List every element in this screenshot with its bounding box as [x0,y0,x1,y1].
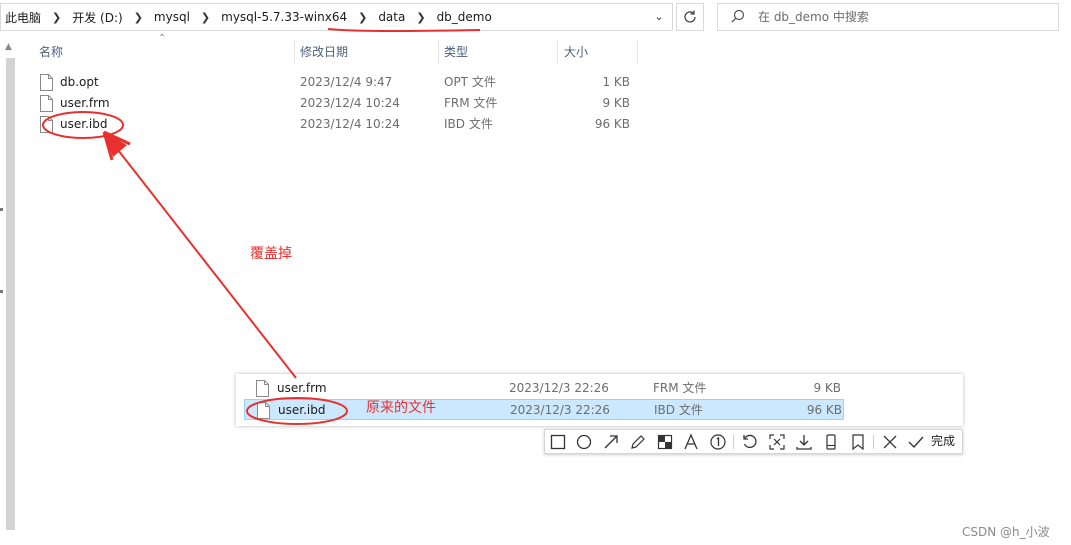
file-size: 96 KB [806,403,842,417]
pen-icon[interactable] [629,433,647,451]
file-type: IBD 文件 [654,403,703,417]
arrow-head [104,132,127,157]
toolbar-divider [733,435,734,449]
undo-icon[interactable] [741,433,759,451]
column-header-name[interactable]: 名称 [39,40,63,64]
file-row[interactable]: user.frm 2023/12/3 22:26 FRM 文件 9 KB [244,378,844,399]
file-name[interactable]: user.frm [60,93,110,114]
file-name[interactable]: user.frm [277,378,327,399]
file-icon [40,74,53,91]
file-date: 2023/12/4 10:24 [300,96,400,110]
file-icon [40,95,53,112]
done-button[interactable]: 完成 [931,430,955,453]
file-type: FRM 文件 [444,96,498,110]
file-name[interactable]: user.ibd [60,114,107,135]
breadcrumb: 此电脑 ❯ 开发 (D:) ❯ mysql ❯ mysql-5.7.33-win… [3,4,494,30]
close-icon[interactable] [881,433,899,451]
breadcrumb-data[interactable]: data [376,10,407,24]
chevron-right-icon[interactable]: ❯ [349,11,376,24]
file-date: 2023/12/3 22:26 [510,403,610,417]
search-input[interactable]: 在 db_demo 中搜索 [758,4,869,30]
address-bar[interactable]: 此电脑 ❯ 开发 (D:) ❯ mysql ❯ mysql-5.7.33-win… [0,3,673,31]
file-icon [257,402,270,419]
toolbar-divider [873,435,874,449]
chevron-down-icon[interactable]: ⌄ [652,10,666,24]
file-row[interactable]: user.ibd 2023/12/4 10:24 IBD 文件 96 KB [38,114,638,135]
sort-caret-icon: ⌃ [158,33,167,44]
file-name[interactable]: user.ibd [278,400,325,421]
search-box[interactable]: 在 db_demo 中搜索 [717,3,1059,31]
number-icon[interactable] [709,433,727,451]
file-type: FRM 文件 [653,381,707,395]
watermark: CSDN @h_小波 [962,525,1050,539]
breadcrumb-mysql[interactable]: mysql [152,10,192,24]
file-size: 96 KB [594,117,630,131]
original-files-panel: user.frm 2023/12/3 22:26 FRM 文件 9 KB use… [236,374,963,426]
text-icon[interactable] [682,433,700,451]
breadcrumb-this-pc[interactable]: 此电脑 [3,9,43,26]
arrow-icon[interactable] [602,433,620,451]
scroll-up-icon[interactable]: ▲ [5,42,12,52]
pin-icon[interactable] [768,433,786,451]
scrollbar-thumb[interactable] [6,58,15,530]
column-header-type[interactable]: 类型 [444,40,468,64]
breadcrumb-mysql-version[interactable]: mysql-5.7.33-winx64 [219,10,349,24]
file-size: 9 KB [602,96,630,110]
download-icon[interactable] [795,433,813,451]
file-date: 2023/12/3 22:26 [509,381,609,395]
breadcrumb-db-demo[interactable]: db_demo [435,10,494,24]
save-icon[interactable] [849,433,867,451]
file-icon [256,380,269,397]
annotation-original: 原来的文件 [366,400,436,416]
column-divider[interactable] [637,40,638,64]
refresh-button[interactable] [676,3,704,31]
file-type: IBD 文件 [444,117,493,131]
column-divider[interactable] [557,40,558,64]
file-size: 1 KB [602,75,630,89]
snip-toolbar: 完成 [544,429,963,454]
column-header-date[interactable]: 修改日期 [300,40,348,64]
annotation-overwrite: 覆盖掉 [250,246,292,262]
file-row[interactable]: user.frm 2023/12/4 10:24 FRM 文件 9 KB [38,93,638,114]
mosaic-icon[interactable] [656,433,674,451]
column-divider[interactable] [294,40,295,64]
file-size: 9 KB [813,381,841,395]
chevron-right-icon[interactable]: ❯ [192,11,219,24]
chevron-right-icon[interactable]: ❯ [125,11,152,24]
check-icon[interactable] [907,433,925,451]
file-explorer-window: 此电脑 ❯ 开发 (D:) ❯ mysql ❯ mysql-5.7.33-win… [0,0,1071,545]
file-row-selected[interactable]: user.ibd 2023/12/3 22:26 IBD 文件 96 KB [244,399,844,420]
file-date: 2023/12/4 10:24 [300,117,400,131]
column-header-size[interactable]: 大小 [564,40,588,64]
chevron-right-icon[interactable]: ❯ [407,11,434,24]
file-icon [40,116,53,133]
circle-icon[interactable] [575,433,593,451]
rectangle-icon[interactable] [549,433,567,451]
vertical-scrollbar[interactable]: ▲ [3,38,18,530]
arrow-shaft [117,149,297,379]
search-icon [731,9,745,23]
file-type: OPT 文件 [444,75,496,89]
file-name[interactable]: db.opt [60,72,99,93]
file-date: 2023/12/4 9:47 [300,75,393,89]
breadcrumb-drive-d[interactable]: 开发 (D:) [70,9,124,26]
refresh-icon [684,10,696,23]
chevron-right-icon[interactable]: ❯ [43,11,70,24]
file-row[interactable]: db.opt 2023/12/4 9:47 OPT 文件 1 KB [38,72,638,93]
arrow-head-stroke [102,130,131,161]
phone-icon[interactable] [822,433,840,451]
column-divider[interactable] [438,40,439,64]
